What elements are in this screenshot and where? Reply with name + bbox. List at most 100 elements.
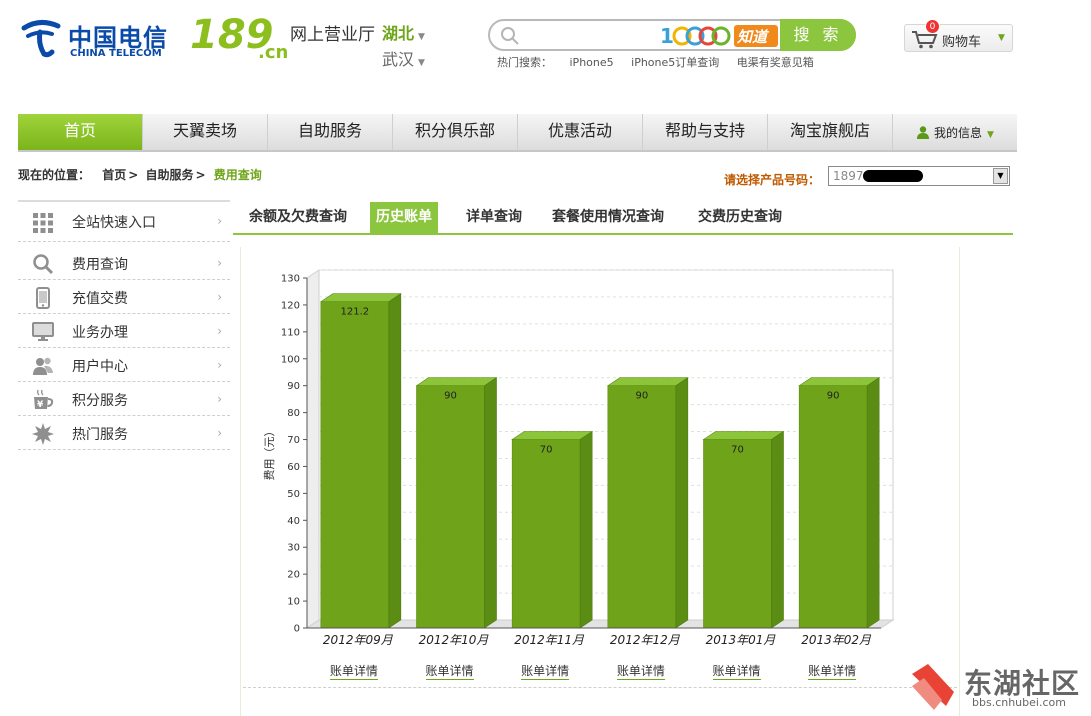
hot-search-label: 热门搜索： [497,56,552,69]
donghu-community-watermark: 东湖社区 bbs.cnhubei.com [908,660,1088,712]
chart-data-label: 90 [827,391,840,402]
chart-bar-side [771,430,784,629]
bill-detail-link[interactable]: 账单详情 [616,662,665,680]
tab-balance-query[interactable]: 余额及欠费查询 [243,202,353,233]
sidebar-item-label: 积分服务 [72,393,128,409]
bill-detail-link[interactable]: 账单详情 [329,662,378,680]
city-selector[interactable]: 武汉 ▼ [382,46,425,70]
china-telecom-logo[interactable]: 中国电信 CHINA TELECOM [18,14,188,62]
chart-data-label: 70 [731,445,744,456]
my-info-label: 我的信息 [934,126,983,140]
main-nav: 首页 天翼卖场 自助服务 积分俱乐部 优惠活动 帮助与支持 淘宝旗舰店 我的信息… [18,114,1017,152]
chart-data-label: 121.2 [341,307,370,318]
product-number-value: 1897 [833,169,864,183]
chart-bar-top [511,431,594,440]
nav-item-promotions[interactable]: 优惠活动 [518,114,643,150]
nav-item-points-club[interactable]: 积分俱乐部 [393,114,518,150]
chart-y-tick-label: 110 [281,327,300,338]
chart-y-tick-label: 30 [287,543,300,554]
chevron-right-icon: › [217,324,222,338]
chart-side-wall [306,269,320,629]
cart-count-badge: 0 [925,19,940,34]
search-button[interactable]: 搜 索 [780,19,856,51]
tab-payment-history[interactable]: 交费历史查询 [692,202,788,233]
chevron-right-icon: › [217,426,222,440]
chevron-down-icon: ▼ [418,32,425,42]
hot-search-bar: 热门搜索： iPhone5 iPhone5订单查询 电渠有奖意见箱 [497,54,828,70]
breadcrumb-current: 费用查询 [213,168,262,182]
chart-bar-top [702,431,785,440]
bill-detail-link[interactable]: 账单详情 [425,662,474,680]
sidebar-item-user-center[interactable]: 用户中心 › [18,348,230,382]
brand-189-logo[interactable]: 189 .cn [190,12,289,63]
cart-button[interactable]: 0 购物车 ▼ [904,19,1013,52]
my-info-menu[interactable]: 我的信息 ▼ [916,124,994,141]
chart-bar-top [415,377,498,386]
divider [243,687,957,688]
chart-bar-top [319,293,402,302]
bill-detail-link[interactable]: 账单详情 [521,662,570,680]
nav-item-help[interactable]: 帮助与支持 [643,114,768,150]
chevron-down-icon: ▼ [987,130,994,140]
sidebar-item-quick-entry[interactable]: 全站快速入口 › [18,200,230,242]
svg-text:知道: 知道 [736,28,770,46]
redacted-number [863,170,923,182]
logo-en-text: CHINA TELECOM [70,48,162,59]
starburst-icon [32,423,54,445]
chart-bar-top [798,377,881,386]
bill-detail-link[interactable]: 账单详情 [808,662,857,680]
tab-detail-query[interactable]: 详单查询 [460,202,528,233]
chart-y-tick-label: 100 [281,354,300,365]
watermark-url: bbs.cnhubei.com [972,696,1066,709]
user-icon [917,126,929,139]
chevron-down-icon: ▼ [998,33,1005,43]
sidebar-item-points[interactable]: ¥ 积分服务 › [18,382,230,416]
sidebar-item-hot-services[interactable]: 热门服务 › [18,416,230,450]
chart-bar-side [484,377,497,629]
nav-item-tianyi-store[interactable]: 天翼卖场 [143,114,268,150]
magnifier-icon [33,254,54,275]
chart-y-tick-label: 130 [281,274,300,285]
breadcrumb-link[interactable]: 自助服务 [145,168,193,182]
sidebar: 全站快速入口 › 费用查询 › 充值交费 › 业务办理 › 用户中心 › ¥ 积… [18,200,230,450]
sidebar-item-fee-query[interactable]: 费用查询 › [18,246,230,280]
brand-189-suffix: .cn [258,42,289,63]
zhidao-10000-logo: 1 知道 [660,24,778,48]
tab-history-bills[interactable]: 历史账单 [370,202,438,233]
chevron-right-icon: › [217,290,222,304]
chart-bar [703,439,772,629]
chart-bar-top [606,377,689,386]
china-telecom-logo-icon [21,20,61,58]
chevron-right-icon: › [217,214,222,228]
chevron-down-icon[interactable]: ▼ [993,168,1008,184]
hot-search-link[interactable]: 电渠有奖意见箱 [737,56,814,69]
sidebar-item-business[interactable]: 业务办理 › [18,314,230,348]
chart-y-axis-label: 费用（元） [263,426,276,481]
bill-history-chart: 0 10 20 30 40 50 60 70 80 90 100 110 120 130 费用（元） 121.… [263,269,895,647]
tab-package-usage[interactable]: 套餐使用情况查询 [546,202,670,233]
monitor-icon [32,322,54,341]
bill-detail-link[interactable]: 账单详情 [712,662,761,680]
sidebar-item-label: 用户中心 [72,359,128,375]
store-name: 网上营业厅 [290,25,375,45]
chart-data-label: 70 [540,445,553,456]
nav-item-self-service[interactable]: 自助服务 [268,114,393,150]
breadcrumb-link[interactable]: 首页 [102,168,126,182]
sidebar-item-recharge[interactable]: 充值交费 › [18,280,230,314]
chart-y-tick-label: 60 [287,462,300,473]
chart-x-tick-label: 2013年01月 [706,633,777,647]
region-selector[interactable]: 湖北 ▼ [382,20,425,44]
chart-bar-side [579,430,593,629]
chart-y-tick-label: 70 [287,435,300,446]
breadcrumb-label: 现在的位置： [18,168,91,182]
breadcrumb: 现在的位置： 首页 > 自助服务 > 费用查询 [18,166,262,183]
nav-item-taobao-store[interactable]: 淘宝旗舰店 [768,114,893,150]
chevron-right-icon: › [217,358,222,372]
nav-item-home[interactable]: 首页 [18,114,143,150]
chart-bar-side [866,377,880,629]
chart-x-tick-label: 2012年11月 [514,633,585,647]
hot-search-link[interactable]: iPhone5 [570,56,614,69]
chart-y-tick-label: 0 [294,624,300,635]
hot-search-link[interactable]: iPhone5订单查询 [631,56,719,69]
product-number-select[interactable]: 1897 ▼ [828,166,1010,186]
